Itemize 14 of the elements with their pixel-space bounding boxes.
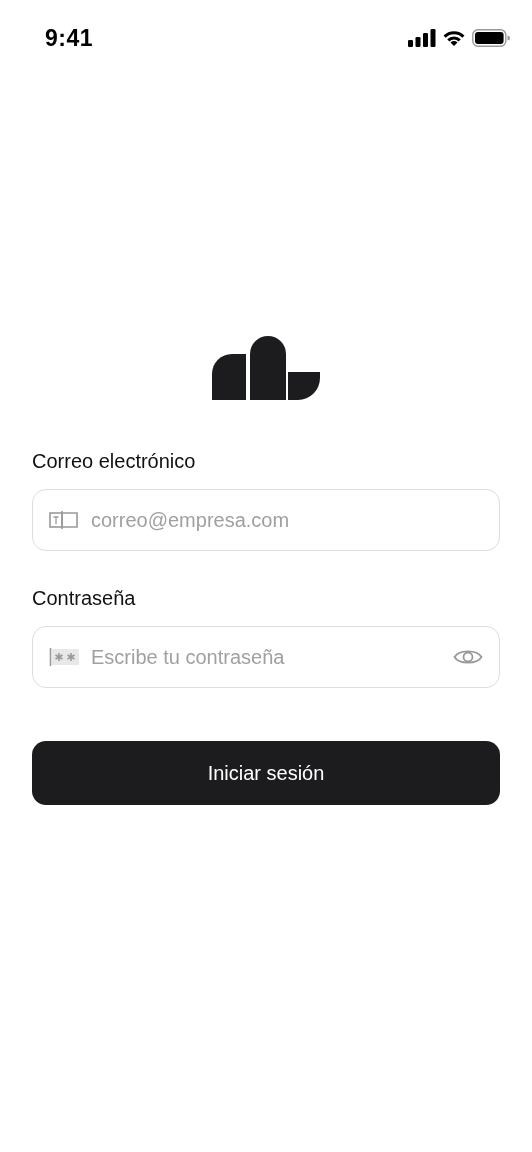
status-time: 9:41 [45,24,94,52]
wifi-icon [442,29,466,47]
password-input[interactable]: Escribe tu contraseña [91,645,441,669]
email-field[interactable]: correo@empresa.com [32,489,500,551]
signal-icon [408,29,436,47]
login-button[interactable]: Iniciar sesión [32,741,500,805]
logo-icon [212,336,320,400]
email-input[interactable]: correo@empresa.com [91,508,483,532]
field-label: Correo electrónico [32,450,197,473]
password-field-icon [49,647,79,667]
text-field-icon [49,510,79,530]
password-field[interactable]: Escribe tu contraseña [32,626,500,688]
battery-icon [472,29,510,47]
field-label: Contraseña [32,587,137,610]
